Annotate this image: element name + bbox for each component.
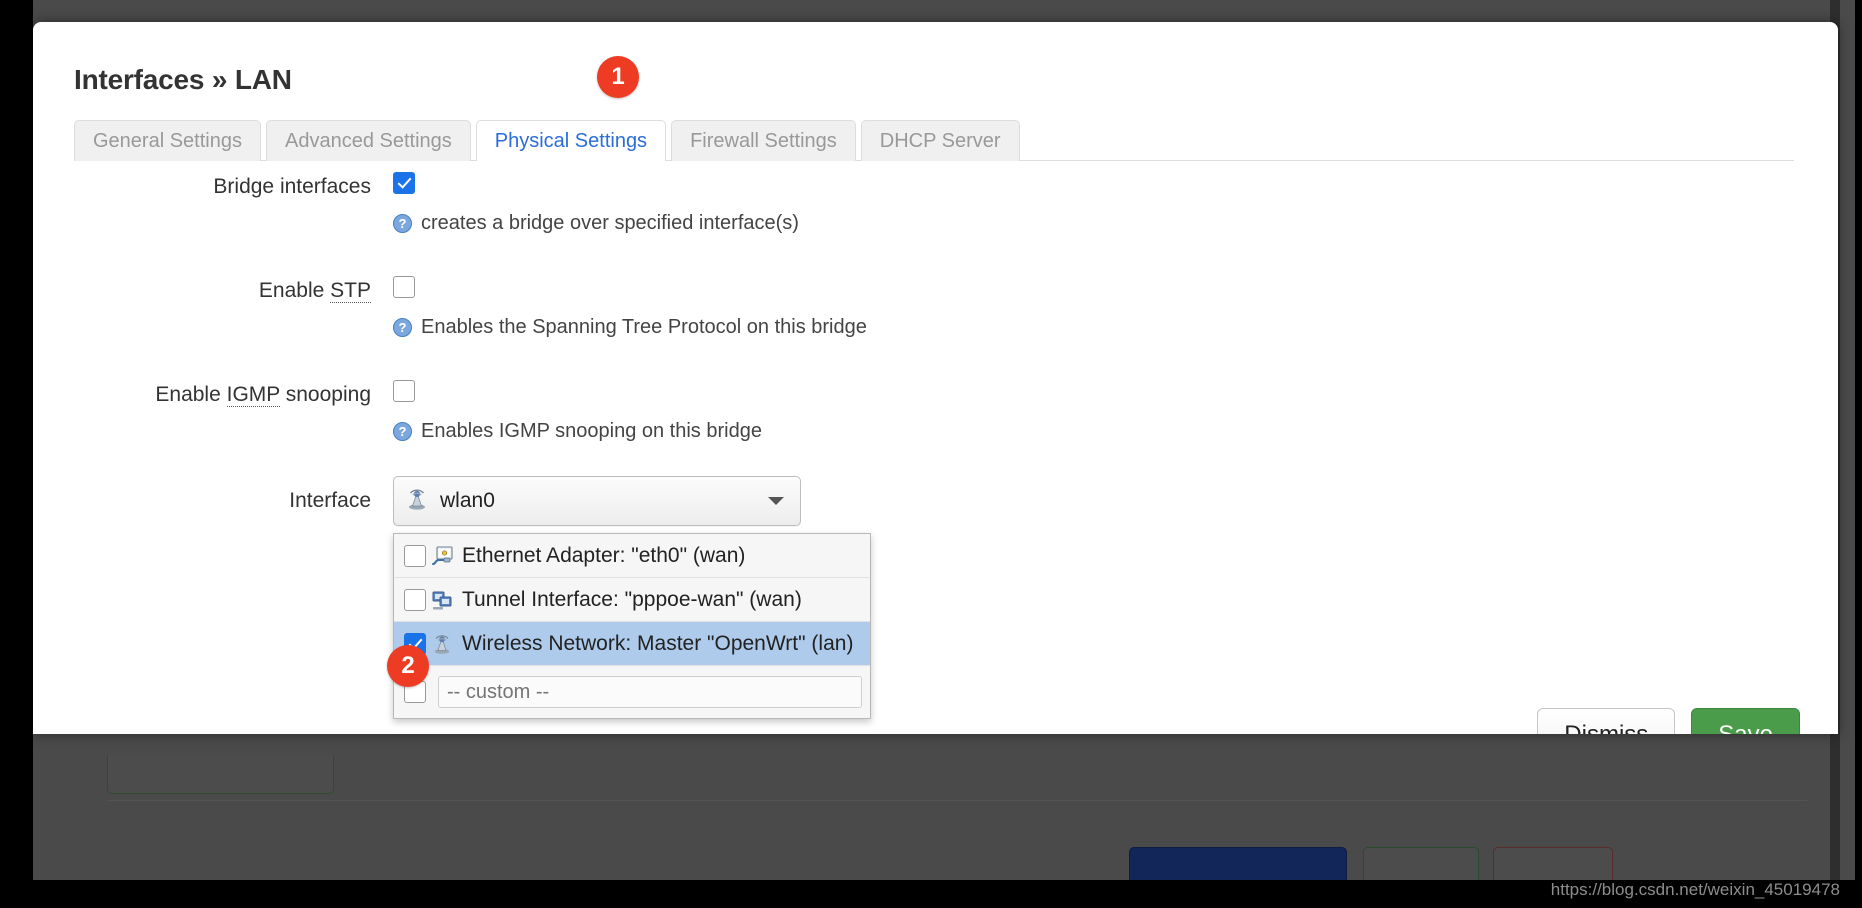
hint-text-bridge-interfaces: creates a bridge over specified interfac…: [421, 212, 799, 234]
wireless-antenna-icon: [404, 486, 430, 517]
tab-physical-settings[interactable]: Physical Settings: [475, 120, 667, 161]
dropdown-option-ethernet-adapter[interactable]: Ethernet Adapter: "eth0" (wan): [394, 534, 870, 578]
tab-advanced-settings[interactable]: Advanced Settings: [265, 120, 471, 161]
hint-enable-stp: ? Enables the Spanning Tree Protocol on …: [393, 314, 1838, 340]
background-panel-green: [107, 755, 334, 794]
step-badge-1: 1: [597, 56, 639, 98]
ethernet-adapter-icon: [430, 544, 454, 568]
modal-footer-buttons: Dismiss Save: [1537, 708, 1800, 734]
dropdown-option-tunnel-interface[interactable]: Tunnel Interface: "pppoe-wan" (wan): [394, 578, 870, 622]
label-enable-stp: Enable STP: [33, 276, 393, 306]
interface-select[interactable]: wlan0: [393, 476, 801, 526]
background-button-secondary[interactable]: [1363, 847, 1479, 880]
page-title: Interfaces » LAN: [74, 64, 292, 95]
interface-dropdown-list: Ethernet Adapter: "eth0" (wan) Tunnel In…: [393, 533, 871, 719]
label-bridge-interfaces: Bridge interfaces: [213, 175, 371, 198]
label-enable-stp-abbr: STP: [330, 279, 371, 303]
hint-enable-igmp-snooping: ? Enables IGMP snooping on this bridge: [393, 418, 1838, 444]
tab-firewall-settings[interactable]: Firewall Settings: [671, 120, 856, 161]
label-enable-stp-prefix: Enable: [258, 279, 331, 302]
label-igmp-abbr: IGMP: [226, 383, 280, 407]
svg-text:?: ?: [399, 320, 407, 335]
checkbox-enable-igmp-snooping[interactable]: [393, 380, 415, 402]
watermark-url: https://blog.csdn.net/weixin_45019478: [1550, 880, 1840, 899]
step-badge-2: 2: [387, 645, 429, 687]
tab-dhcp-server[interactable]: DHCP Server: [860, 120, 1020, 161]
tab-general-settings[interactable]: General Settings: [74, 120, 261, 161]
save-button[interactable]: Save: [1691, 708, 1800, 734]
interface-select-value: wlan0: [440, 489, 495, 512]
question-mark-icon: ?: [393, 317, 412, 337]
wireless-antenna-icon: [430, 632, 454, 656]
background-divider-1: [107, 800, 1807, 801]
label-igmp-prefix: Enable: [155, 383, 227, 406]
form-row-enable-igmp-snooping: Enable IGMP snooping ? Enables IGMP snoo…: [33, 380, 1838, 444]
custom-interface-input[interactable]: [438, 676, 862, 708]
dismiss-button[interactable]: Dismiss: [1537, 708, 1676, 734]
checkbox-bridge-interfaces[interactable]: [393, 172, 415, 194]
dropdown-option-wireless-network[interactable]: Wireless Network: Master "OpenWrt" (lan): [394, 622, 870, 666]
form-row-interface: Interface wlan0 Ethernet Adapter: "eth0"…: [33, 476, 1838, 719]
background-button-danger[interactable]: [1493, 847, 1613, 880]
label-enable-igmp-snooping: Enable IGMP snooping: [33, 380, 393, 410]
interface-config-modal: Interfaces » LAN General Settings Advanc…: [33, 22, 1838, 734]
screen-root: Interfaces » LAN General Settings Advanc…: [0, 0, 1862, 908]
physical-settings-form: Bridge interfaces ? creates a bridge ove…: [33, 172, 1838, 719]
tunnel-interface-icon: [430, 588, 454, 612]
checkbox-tunnel-interface[interactable]: [404, 588, 426, 611]
question-mark-icon: ?: [393, 421, 412, 441]
dropdown-option-custom[interactable]: [394, 666, 870, 718]
label-interface: Interface: [289, 489, 371, 512]
form-row-bridge-interfaces: Bridge interfaces ? creates a bridge ove…: [33, 172, 1838, 236]
dropdown-option-label: Wireless Network: Master "OpenWrt" (lan): [462, 631, 854, 655]
dropdown-option-label: Tunnel Interface: "pppoe-wan" (wan): [462, 587, 802, 611]
hint-bridge-interfaces: ? creates a bridge over specified interf…: [393, 210, 1838, 236]
checkbox-enable-stp[interactable]: [393, 276, 415, 298]
chevron-down-icon[interactable]: [768, 497, 784, 505]
hint-text-enable-igmp-snooping: Enables IGMP snooping on this bridge: [421, 420, 762, 442]
form-row-enable-stp: Enable STP ? Enables the Spanning Tree P…: [33, 276, 1838, 340]
dropdown-option-label: Ethernet Adapter: "eth0" (wan): [462, 543, 746, 567]
hint-text-enable-stp: Enables the Spanning Tree Protocol on th…: [421, 316, 867, 338]
svg-text:?: ?: [399, 216, 407, 231]
svg-text:?: ?: [399, 424, 407, 439]
checkbox-ethernet-adapter[interactable]: [404, 544, 426, 567]
tab-bar: General Settings Advanced Settings Physi…: [74, 118, 1794, 161]
question-mark-icon: ?: [393, 213, 412, 233]
background-button-primary[interactable]: [1129, 847, 1347, 880]
interface-select-wrapper: wlan0 Ethernet Adapter: "eth0" (wan) Tun…: [393, 476, 871, 719]
label-igmp-suffix: snooping: [279, 383, 371, 406]
